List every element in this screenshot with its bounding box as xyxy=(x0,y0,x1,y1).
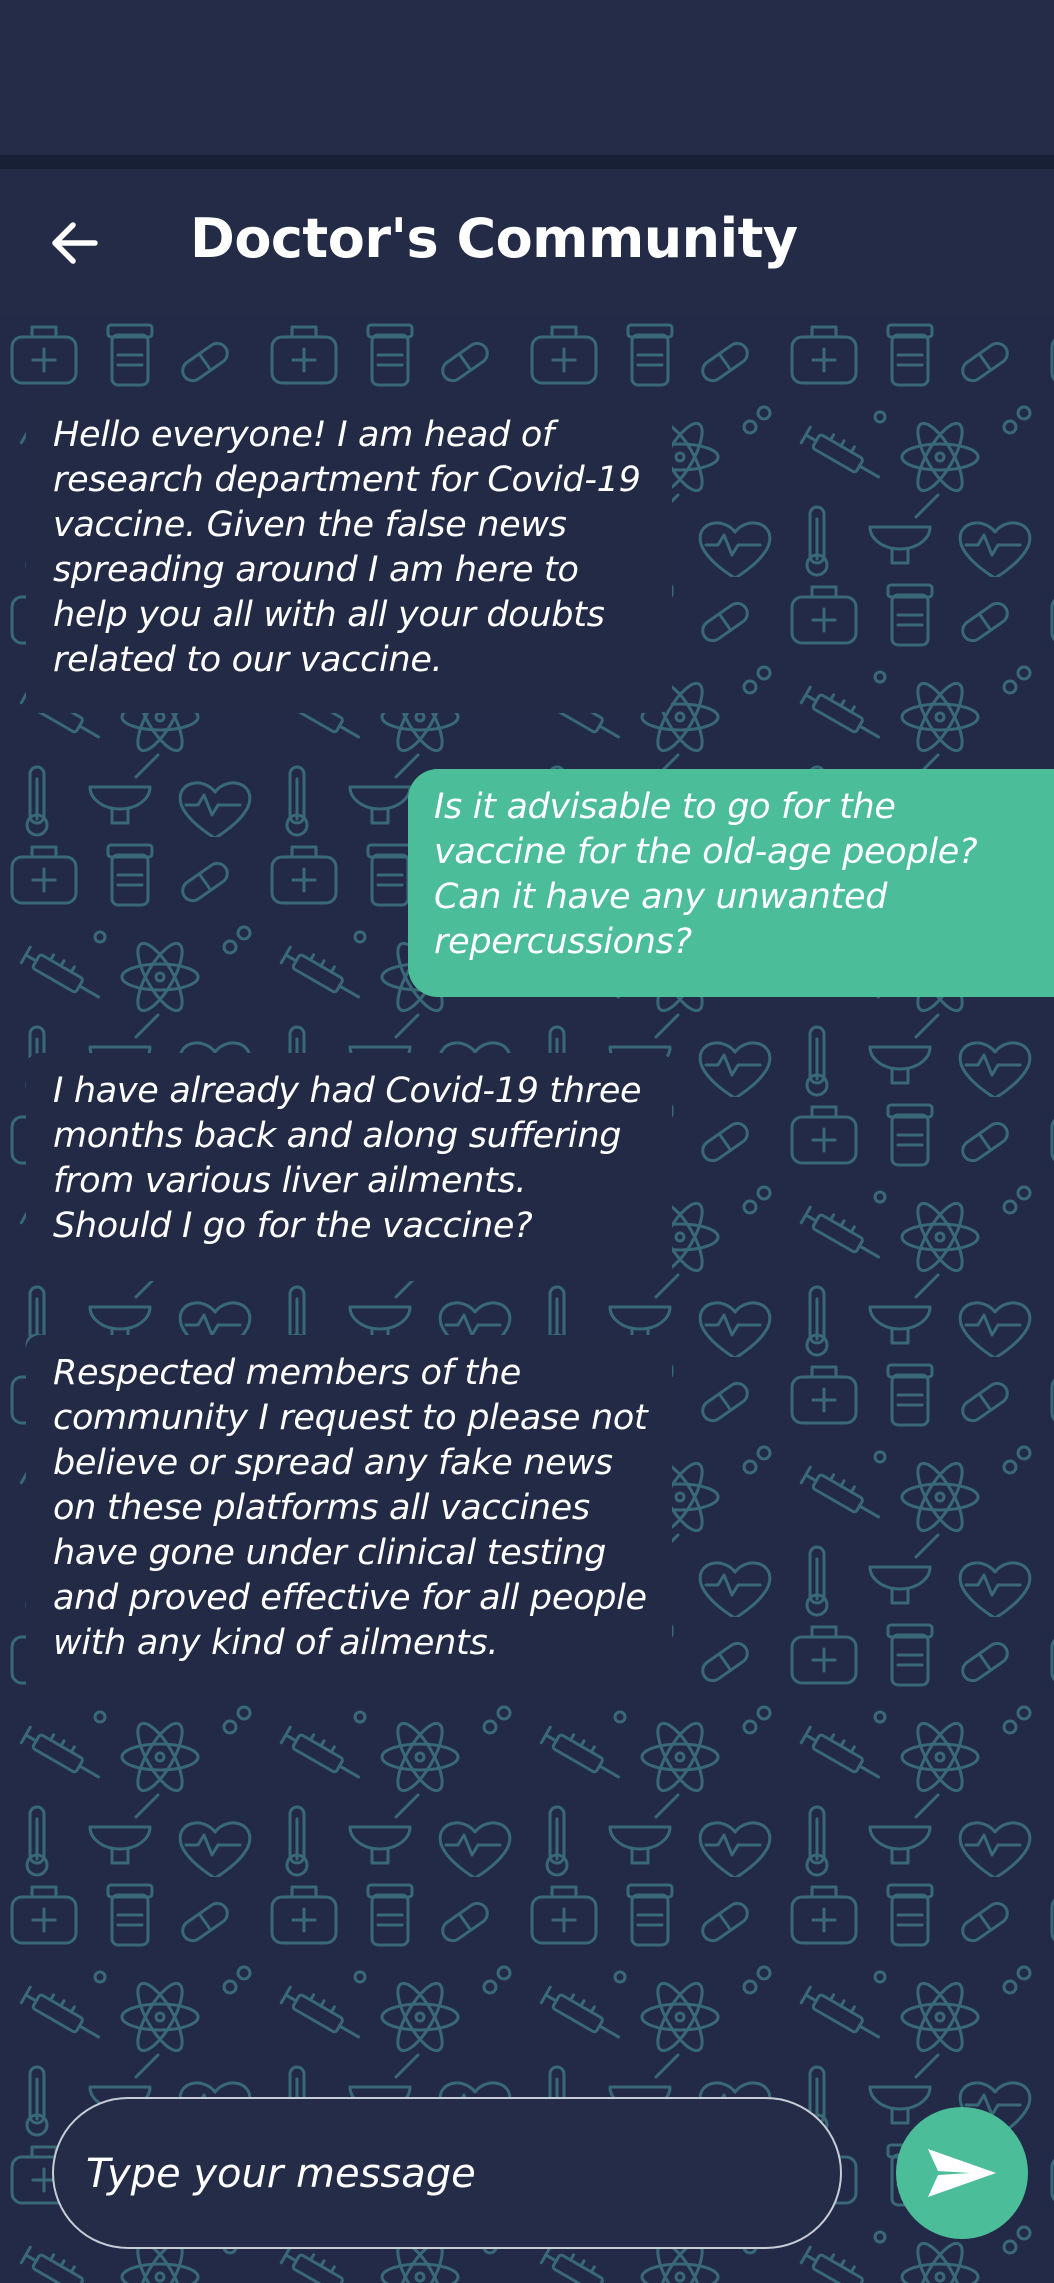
page-title: Doctor's Community xyxy=(190,207,798,270)
app-bar: Doctor's Community xyxy=(0,169,1054,317)
message-bubble-sent[interactable]: Is it advisable to go for the vaccine fo… xyxy=(408,769,1054,997)
send-icon xyxy=(928,2149,996,2197)
message-input[interactable] xyxy=(84,2099,808,2249)
message-bubble-received[interactable]: Hello everyone! I am head of research de… xyxy=(26,397,672,713)
back-button[interactable] xyxy=(40,209,108,277)
status-bar xyxy=(0,0,1054,155)
chat-area[interactable]: Hello everyone! I am head of research de… xyxy=(0,317,1054,2283)
message-bubble-received[interactable]: I have already had Covid-19 three months… xyxy=(26,1053,672,1281)
status-bar-divider xyxy=(0,155,1054,169)
send-button[interactable] xyxy=(896,2107,1028,2239)
message-composer xyxy=(52,2097,842,2249)
message-bubble-received[interactable]: Respected members of the community I req… xyxy=(26,1335,672,1697)
arrow-left-icon xyxy=(52,222,98,264)
